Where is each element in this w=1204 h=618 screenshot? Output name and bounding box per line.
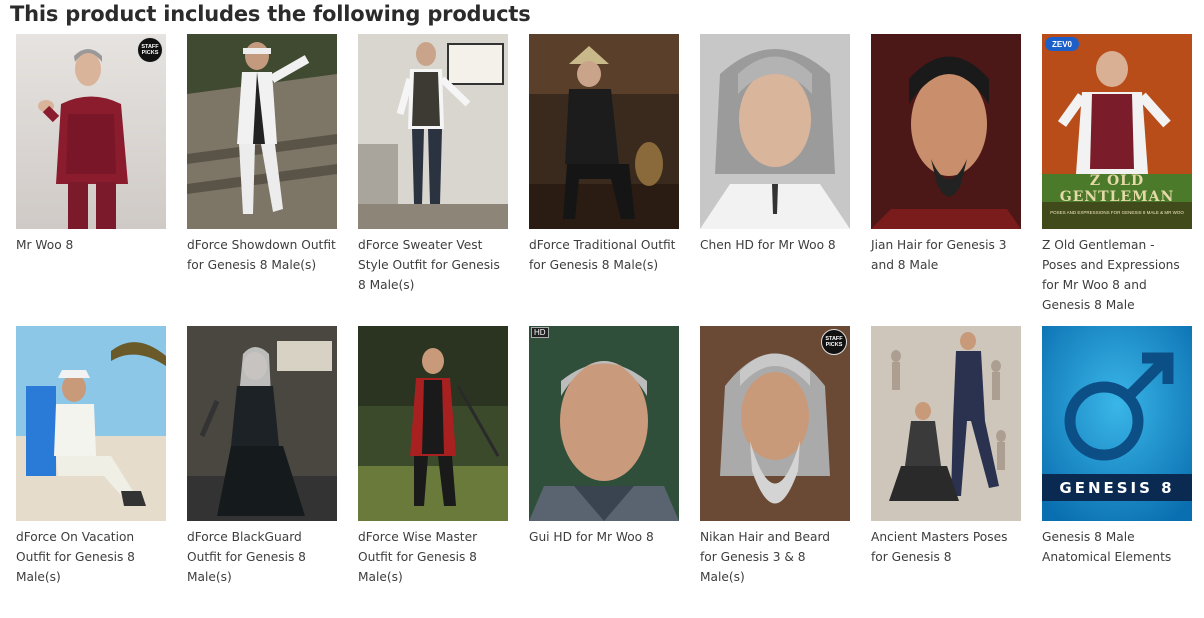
product-title[interactable]: Genesis 8 Male Anatomical Elements [1042,527,1192,567]
product-card[interactable]: dForce Traditional Outfit for Genesis 8 … [529,34,679,326]
brand-logo: ZEV0 [1045,37,1079,51]
product-title[interactable]: dForce Traditional Outfit for Genesis 8 … [529,235,679,275]
product-card[interactable]: STAFF PICKS Mr Woo 8 [16,34,166,326]
product-title[interactable]: Z Old Gentleman - Poses and Expressions … [1042,235,1192,315]
product-card[interactable]: GENESIS 8 Genesis 8 Male Anatomical Elem… [1042,326,1192,618]
product-card[interactable]: dForce Wise Master Outfit for Genesis 8 … [358,326,508,618]
product-title[interactable]: Mr Woo 8 [16,235,166,255]
product-thumbnail[interactable] [16,326,166,521]
product-title[interactable]: Chen HD for Mr Woo 8 [700,235,850,255]
product-thumbnail[interactable]: STAFF PICKS [700,326,850,521]
product-card[interactable]: dForce Showdown Outfit for Genesis 8 Mal… [187,34,337,326]
thumbnail-caption: Z OLD GENTLEMAN [1059,173,1175,205]
product-thumbnail[interactable] [358,326,508,521]
thumbnail-subcaption: POSES AND EXPRESSIONS FOR GENESIS 8 MALE… [1050,210,1184,215]
product-card[interactable]: Jian Hair for Genesis 3 and 8 Male [871,34,1021,326]
product-thumbnail[interactable] [187,326,337,521]
product-thumbnail[interactable]: ZEV0 Z OLD GENTLEMAN POSES AND EXPRESSIO… [1042,34,1192,229]
product-thumbnail[interactable]: GENESIS 8 [1042,326,1192,521]
product-card[interactable]: ZEV0 Z OLD GENTLEMAN POSES AND EXPRESSIO… [1042,34,1192,326]
product-card[interactable]: dForce On Vacation Outfit for Genesis 8 … [16,326,166,618]
product-card[interactable]: Chen HD for Mr Woo 8 [700,34,850,326]
product-card[interactable]: Ancient Masters Poses for Genesis 8 [871,326,1021,618]
product-title[interactable]: Gui HD for Mr Woo 8 [529,527,679,547]
product-thumbnail[interactable] [700,34,850,229]
product-thumbnail[interactable] [358,34,508,229]
hd-badge: HD [531,327,549,338]
staff-picks-badge: STAFF PICKS [821,329,847,355]
product-title[interactable]: Ancient Masters Poses for Genesis 8 [871,527,1021,567]
section-heading: This product includes the following prod… [10,2,531,26]
product-title[interactable]: dForce On Vacation Outfit for Genesis 8 … [16,527,166,587]
staff-picks-badge: STAFF PICKS [137,37,163,63]
product-thumbnail[interactable]: STAFF PICKS [16,34,166,229]
product-card[interactable]: dForce BlackGuard Outfit for Genesis 8 M… [187,326,337,618]
product-thumbnail[interactable] [187,34,337,229]
product-title[interactable]: Jian Hair for Genesis 3 and 8 Male [871,235,1021,275]
product-card[interactable]: dForce Sweater Vest Style Outfit for Gen… [358,34,508,326]
product-thumbnail[interactable] [529,34,679,229]
product-thumbnail[interactable]: HD [529,326,679,521]
product-thumbnail[interactable] [871,326,1021,521]
product-card[interactable]: STAFF PICKS Nikan Hair and Beard for Gen… [700,326,850,618]
product-title[interactable]: dForce Sweater Vest Style Outfit for Gen… [358,235,508,295]
product-title[interactable]: dForce Wise Master Outfit for Genesis 8 … [358,527,508,587]
product-grid: STAFF PICKS Mr Woo 8 dForce Showdown Out… [16,34,1192,618]
product-card[interactable]: HD Gui HD for Mr Woo 8 [529,326,679,618]
product-title[interactable]: Nikan Hair and Beard for Genesis 3 & 8 M… [700,527,850,587]
product-title[interactable]: dForce Showdown Outfit for Genesis 8 Mal… [187,235,337,275]
product-title[interactable]: dForce BlackGuard Outfit for Genesis 8 M… [187,527,337,587]
product-thumbnail[interactable] [871,34,1021,229]
genesis-label: GENESIS 8 [1042,474,1192,501]
